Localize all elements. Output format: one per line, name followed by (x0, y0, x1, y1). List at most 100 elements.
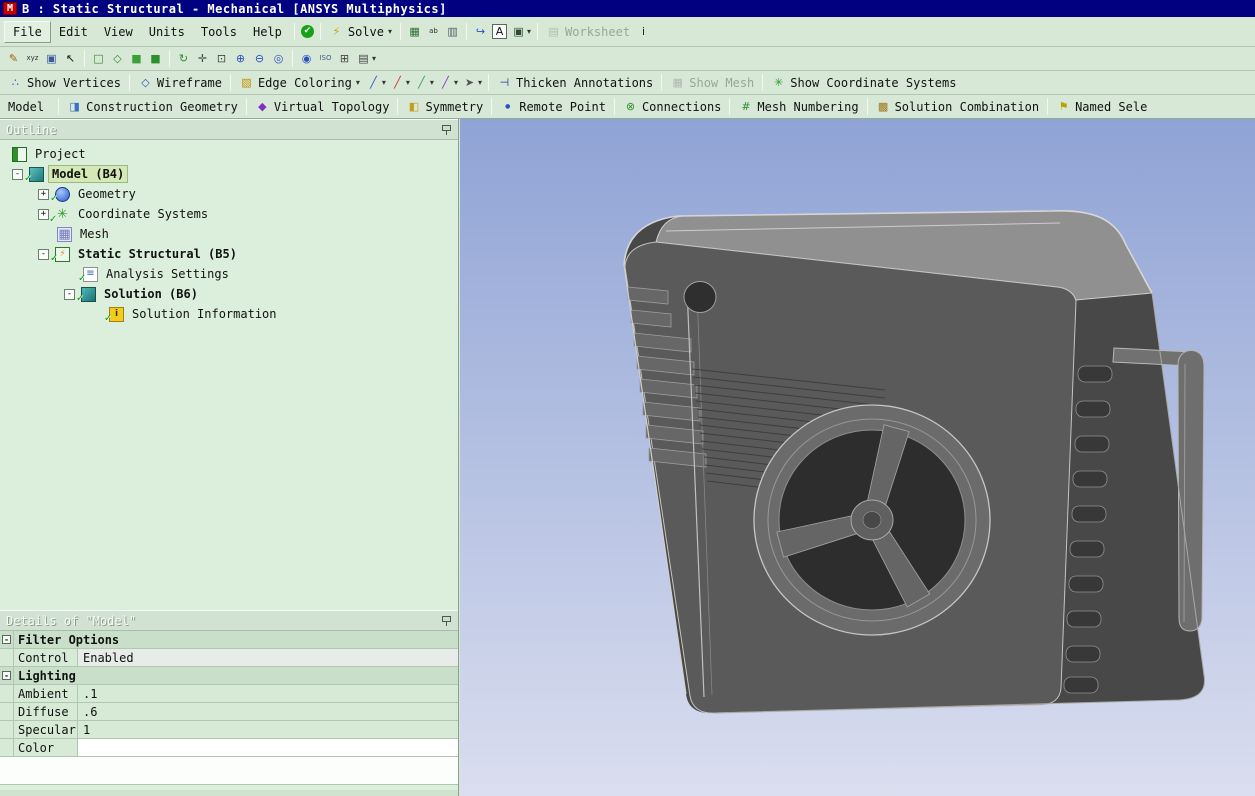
rescale-icon[interactable]: ⊞ (335, 49, 354, 68)
outline-header-title: Outline (6, 123, 57, 137)
tree-item-solution[interactable]: -✓Solution (B6) (0, 284, 458, 304)
show-vertices-icon: ∴ (8, 75, 23, 90)
row-color-value[interactable] (78, 739, 458, 756)
collapse-expander-icon[interactable]: - (38, 249, 49, 260)
tree-item-mesh[interactable]: ▦Mesh (0, 224, 458, 244)
slice-tool-icon[interactable]: ▣ (42, 49, 61, 68)
thicken-annotations-icon: ⊣ (497, 75, 512, 90)
menu-file[interactable]: File (4, 21, 51, 43)
tree-item-geometry[interactable]: +✓Geometry (0, 184, 458, 204)
viewport-layout-icon[interactable]: ▤▾ (354, 49, 378, 68)
select-face-icon[interactable]: ■ (127, 49, 146, 68)
solve-icon: ⚡ (329, 24, 344, 39)
solution-tools-icon: ▦ (407, 24, 422, 39)
virtual-topology-icon: ◆ (255, 99, 270, 114)
construction-geometry-button[interactable]: ◨Construction Geometry (63, 97, 242, 116)
toolbar-separator (58, 98, 59, 115)
edge-direction-2-icon[interactable]: ╱▾ (388, 73, 412, 92)
pointer-icon[interactable]: ↖ (61, 49, 80, 68)
solution-tools-icon[interactable]: ▦ (405, 22, 424, 41)
solution-combination-button[interactable]: ▩Solution Combination (872, 97, 1044, 116)
report-preview-icon[interactable]: ▥ (443, 22, 462, 41)
dropdown-arrow-icon: ▾ (478, 78, 482, 87)
tree-item-model[interactable]: -✓Model (B4) (0, 164, 458, 184)
collapse-expander-icon[interactable]: - (64, 289, 75, 300)
zoom-out-icon[interactable]: ⊖ (250, 49, 269, 68)
remote-point-button[interactable]: ●Remote Point (496, 97, 610, 116)
image-capture-icon[interactable]: ▣▾ (509, 22, 533, 41)
edge-coloring-button[interactable]: ▧Edge Coloring▾ (235, 73, 364, 92)
virtual-topology-button[interactable]: ◆Virtual Topology (251, 97, 394, 116)
row-diffuse-value[interactable]: .6 (78, 703, 458, 720)
select-vertex-icon: □ (91, 51, 106, 66)
symmetry-button[interactable]: ◧Symmetry (402, 97, 487, 116)
label-pick-icon: ✎ (6, 51, 21, 66)
named-selection-button[interactable]: ⚑Named Sele (1052, 97, 1151, 116)
tree-item-solution-information[interactable]: i✓Solution Information (0, 304, 458, 324)
pointer-icon: ↖ (63, 51, 78, 66)
annotation-label-icon[interactable]: ab (424, 22, 443, 41)
tree-item-project[interactable]: Project (0, 144, 458, 164)
edge-direction-1-icon[interactable]: ╱▾ (364, 73, 388, 92)
menu-view[interactable]: View (96, 22, 141, 42)
zoom-in-icon[interactable]: ⊕ (231, 49, 250, 68)
connections-button[interactable]: ⊗Connections (619, 97, 725, 116)
outline-pin-button[interactable] (441, 124, 452, 135)
show-coordinate-systems-button[interactable]: ✳Show Coordinate Systems (767, 73, 960, 92)
zoom-out-icon: ⊖ (252, 51, 267, 66)
redo-arrow-icon[interactable]: ↪ (471, 22, 490, 41)
section-label: Filter Options (14, 631, 123, 648)
remote-point-icon: ● (500, 99, 515, 114)
expand-expander-icon[interactable]: + (38, 209, 49, 220)
edge-direction-3-icon[interactable]: ╱▾ (412, 73, 436, 92)
ibeam-cursor[interactable]: i (634, 22, 653, 41)
pan-icon[interactable]: ✛ (193, 49, 212, 68)
tree-item-static-structural[interactable]: -⚡✓Static Structural (B5) (0, 244, 458, 264)
menu-edit[interactable]: Edit (51, 22, 96, 42)
iso-view-icon: ISO (318, 51, 333, 66)
viewport-3d[interactable] (460, 119, 1255, 796)
select-vertex-icon[interactable]: □ (89, 49, 108, 68)
thicken-annotations-button[interactable]: ⊣Thicken Annotations (493, 73, 657, 92)
construction-geometry-icon: ◨ (67, 99, 82, 114)
font-style-icon[interactable]: A (490, 22, 509, 41)
select-body-icon[interactable]: ■ (146, 49, 165, 68)
select-face-icon: ■ (129, 51, 144, 66)
row-ambient-value[interactable]: .1 (78, 685, 458, 702)
mesh-numbering-button[interactable]: #Mesh Numbering (734, 97, 862, 116)
solve-button[interactable]: ⚡Solve▾ (325, 22, 396, 41)
label-pick-icon[interactable]: ✎ (4, 49, 23, 68)
details-header-title: Details of "Model" (6, 614, 136, 628)
tree-item-coordinate-systems[interactable]: +✳✓Coordinate Systems (0, 204, 458, 224)
zoom-box-icon[interactable]: ⊡ (212, 49, 231, 68)
iso-view-icon[interactable]: ISO (316, 49, 335, 68)
menu-tools[interactable]: Tools (193, 22, 245, 42)
ready-status-icon[interactable]: ✔ (299, 23, 316, 40)
menu-units[interactable]: Units (141, 22, 193, 42)
expand-expander-icon[interactable]: + (38, 189, 49, 200)
analysis-settings-icon: ≡✓ (83, 267, 98, 282)
select-edge-icon[interactable]: ◇ (108, 49, 127, 68)
rescale-icon: ⊞ (337, 51, 352, 66)
show-vertices-button[interactable]: ∴Show Vertices (4, 73, 125, 92)
toolbar-separator (614, 98, 615, 115)
toolbar-separator (397, 98, 398, 115)
tree-item-analysis-settings[interactable]: ≡✓Analysis Settings (0, 264, 458, 284)
wireframe-button[interactable]: ◇Wireframe (134, 73, 226, 92)
section-lighting[interactable]: -Lighting (0, 667, 458, 685)
details-pin-button[interactable] (441, 615, 452, 626)
dropdown-arrow-icon: ▾ (382, 78, 386, 87)
rotate-icon[interactable]: ↻ (174, 49, 193, 68)
report-preview-icon: ▥ (445, 24, 460, 39)
label-xyz-icon[interactable]: xyz (23, 49, 42, 68)
toolbar-separator (169, 50, 170, 67)
look-at-icon[interactable]: ◉ (297, 49, 316, 68)
edge-tangent-icon[interactable]: ➤▾ (460, 73, 484, 92)
zoom-fit-icon[interactable]: ◎ (269, 49, 288, 68)
section-filter-options[interactable]: -Filter Options (0, 631, 458, 649)
collapse-expander-icon[interactable]: - (12, 169, 23, 180)
row-specular-value[interactable]: 1 (78, 721, 458, 738)
edge-direction-4-icon[interactable]: ╱▾ (436, 73, 460, 92)
menu-help[interactable]: Help (245, 22, 290, 42)
row-control-value[interactable]: Enabled (78, 649, 458, 666)
